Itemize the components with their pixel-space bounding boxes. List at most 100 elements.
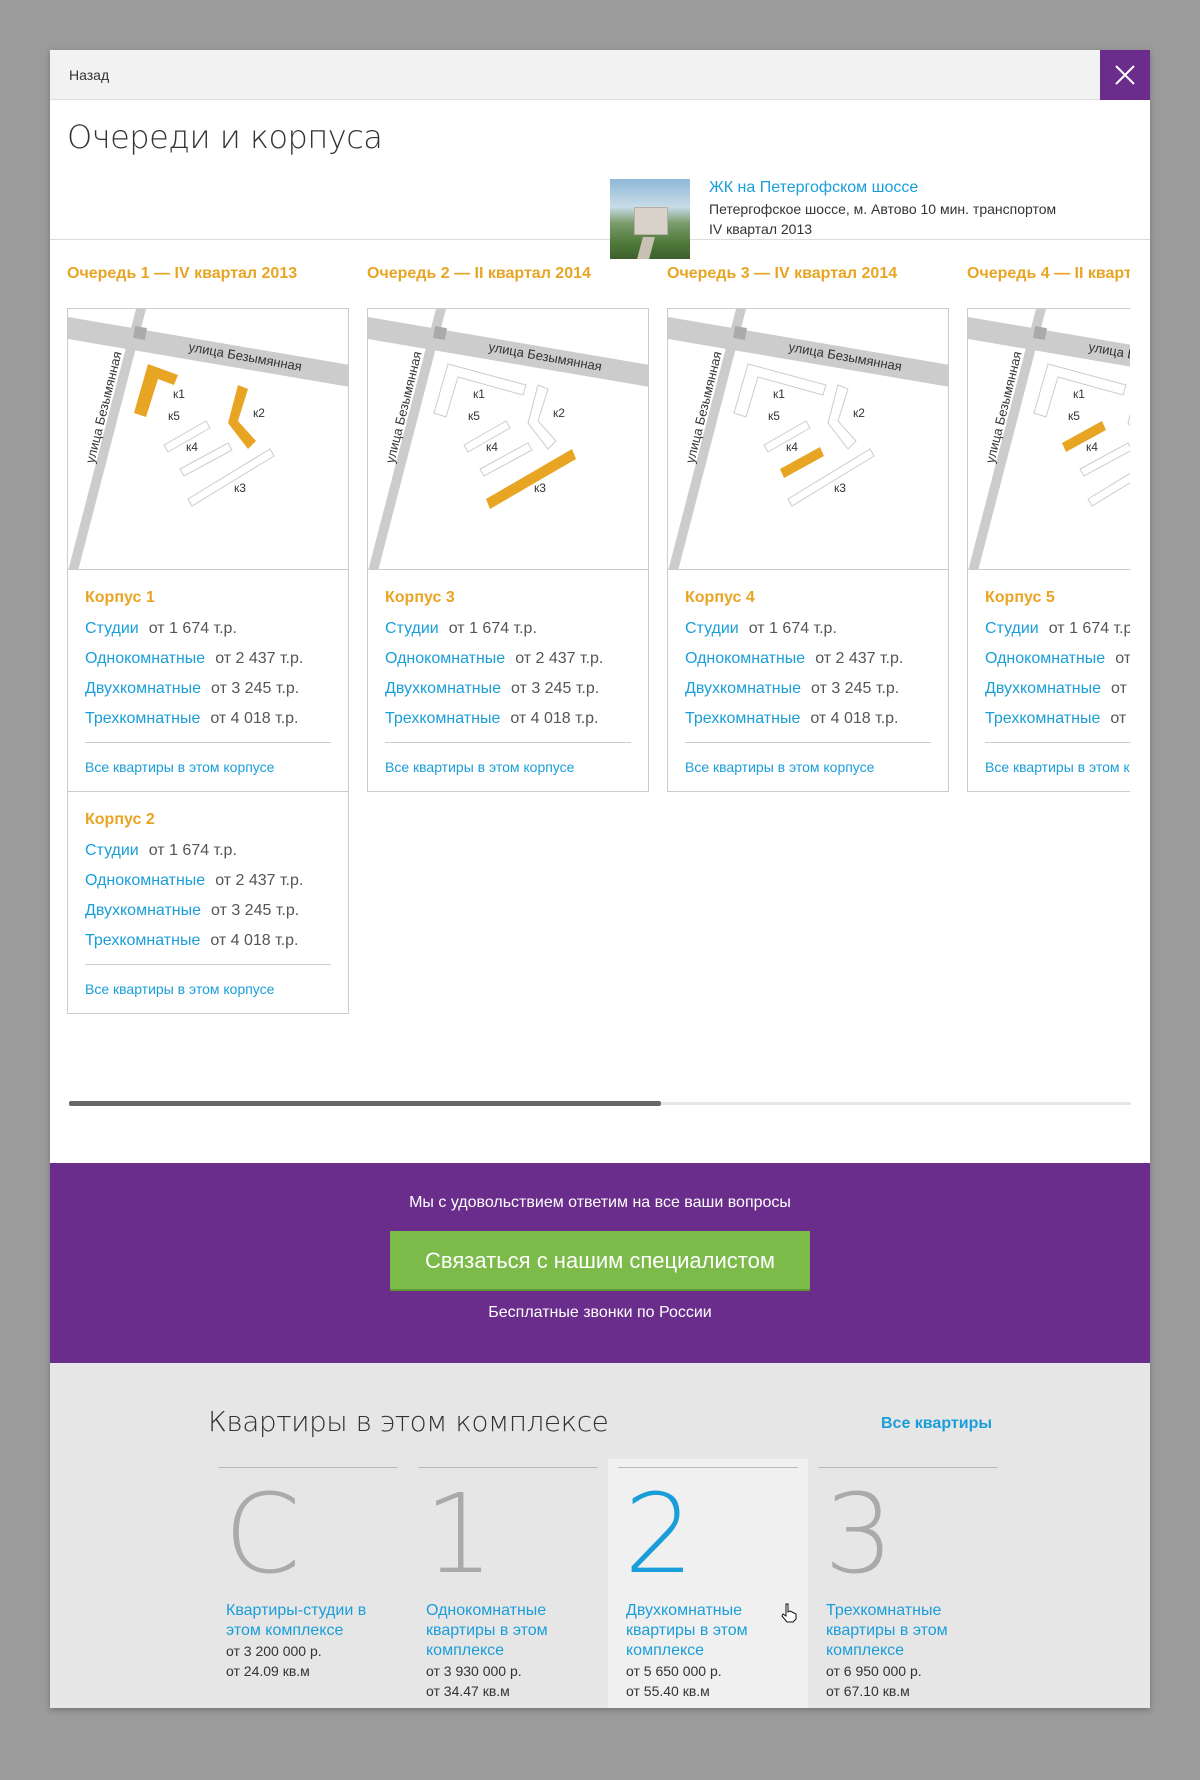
close-icon xyxy=(1115,65,1135,85)
back-link[interactable]: Назад xyxy=(69,67,109,83)
apt-type-link[interactable]: Однокомнатные xyxy=(985,650,1105,667)
queue-column: Очередь 3 — IV квартал 2014 улица Безымя… xyxy=(667,264,949,792)
apt-type-row: Однокомнатные от 2 437 т.р. xyxy=(85,868,331,898)
scrollbar-thumb[interactable] xyxy=(69,1101,661,1106)
korpus-title[interactable]: Корпус 4 xyxy=(685,586,931,616)
apt-type-row: Двухкомнатные от 3 245 т.р. xyxy=(85,898,331,928)
queue-map[interactable]: улица Безымянная улица Безымянная к1 к2 … xyxy=(67,308,349,570)
map-label-k4: к4 xyxy=(186,440,198,454)
map-label-k5: к5 xyxy=(468,409,480,423)
card-price: от 3 930 000 р. xyxy=(426,1663,522,1679)
card-title[interactable]: Двухкомнатные квартиры в этом комплексе xyxy=(626,1601,796,1661)
card-title[interactable]: Квартиры-студии в этом комплексе xyxy=(226,1601,396,1641)
queue-map[interactable]: улица Безымянная улица Безымянная к1 к2 … xyxy=(367,308,649,570)
korpus-title[interactable]: Корпус 3 xyxy=(385,586,631,616)
apartment-card-1room[interactable]: 1 Однокомнатные квартиры в этом комплекс… xyxy=(408,1459,608,1708)
card-title[interactable]: Однокомнатные квартиры в этом комплексе xyxy=(426,1601,596,1661)
queue-title[interactable]: Очередь 2 — II квартал 2014 xyxy=(367,264,649,308)
apartment-card-studio[interactable]: С Квартиры-студии в этом комплексе от 3 … xyxy=(208,1459,408,1708)
apt-type-link[interactable]: Трехкомнатные xyxy=(685,710,800,727)
site-plan-map: улица Безымянная улица Безымянная к1 к2 … xyxy=(968,309,1130,569)
apt-type-price: от 1 674 т.р. xyxy=(748,620,837,637)
all-in-korpus-link[interactable]: Все квартиры в этом корпусе xyxy=(985,743,1130,791)
card-price: от 5 650 000 р. xyxy=(626,1663,722,1679)
apt-type-row: Однокомнатные от 2 437 т.р. xyxy=(985,646,1130,676)
apt-type-row: Трехкомнатные от 4 018 т.р. xyxy=(85,706,331,736)
apartments-section: Квартиры в этом комплексе Все квартиры С… xyxy=(50,1363,1150,1708)
apt-type-price: от 4 018 т.р. xyxy=(210,710,299,727)
apt-type-link[interactable]: Двухкомнатные xyxy=(985,680,1101,697)
all-in-korpus-link[interactable]: Все квартиры в этом корпусе xyxy=(85,743,331,791)
queue-column: Очередь 4 — II квартал улица Безымянная … xyxy=(967,264,1130,792)
site-plan-map: улица Безымянная улица Безымянная к1 к2 … xyxy=(368,309,648,569)
korpus-card: Корпус 3 Студии от 1 674 т.р. Однокомнатн… xyxy=(367,570,649,792)
all-in-korpus-link[interactable]: Все квартиры в этом корпусе xyxy=(85,965,331,1013)
apt-type-link[interactable]: Однокомнатные xyxy=(685,650,805,667)
apt-type-link[interactable]: Двухкомнатные xyxy=(85,680,201,697)
apartment-card-2room[interactable]: 2 Двухкомнатные квартиры в этом комплекс… xyxy=(608,1459,808,1708)
apt-type-link[interactable]: Трехкомнатные xyxy=(985,710,1100,727)
map-label-k3: к3 xyxy=(534,481,546,495)
apt-type-link[interactable]: Однокомнатные xyxy=(385,650,505,667)
apt-type-price: от 1 674 т.р. xyxy=(148,842,237,859)
apt-type-link[interactable]: Двухкомнатные xyxy=(85,902,201,919)
queue-map[interactable]: улица Безымянная улица Безымянная к1 к2 … xyxy=(967,308,1130,570)
contact-specialist-button[interactable]: Связаться с нашим специалистом xyxy=(390,1231,810,1291)
apt-type-link[interactable]: Двухкомнатные xyxy=(685,680,801,697)
apartment-cards: С Квартиры-студии в этом комплексе от 3 … xyxy=(208,1459,998,1708)
card-price: от 6 950 000 р. xyxy=(826,1663,922,1679)
carousel-scrollbar[interactable] xyxy=(69,1101,1131,1106)
queue-title[interactable]: Очередь 3 — IV квартал 2014 xyxy=(667,264,949,308)
apt-type-price: от 1 674 т.р. xyxy=(148,620,237,637)
apt-type-link[interactable]: Студии xyxy=(385,620,439,637)
all-apartments-link[interactable]: Все квартиры xyxy=(881,1415,992,1433)
apt-type-price: от 2 437 т.р. xyxy=(815,650,904,667)
queue-title[interactable]: Очередь 1 — IV квартал 2013 xyxy=(67,264,349,308)
queue-map[interactable]: улица Безымянная улица Безымянная к1 к2 … xyxy=(667,308,949,570)
korpus-title[interactable]: Корпус 2 xyxy=(85,808,331,838)
apt-type-link[interactable]: Двухкомнатные xyxy=(385,680,501,697)
map-label-k4: к4 xyxy=(1086,440,1098,454)
apt-type-row: Однокомнатные от 2 437 т.р. xyxy=(385,646,631,676)
apt-type-link[interactable]: Студии xyxy=(85,620,139,637)
korpus-title[interactable]: Корпус 5 xyxy=(985,586,1130,616)
map-label-k2: к2 xyxy=(253,406,265,420)
apt-type-row: Трехкомнатные от 4 018 т.р. xyxy=(985,706,1130,736)
complex-address: Петергофское шоссе, м. Автово 10 мин. тр… xyxy=(709,201,1057,217)
apt-type-link[interactable]: Однокомнатные xyxy=(85,650,205,667)
apt-type-price: от 3 245 т.р. xyxy=(511,680,600,697)
apt-type-row: Студии от 1 674 т.р. xyxy=(85,616,331,646)
apt-type-link[interactable]: Студии xyxy=(85,842,139,859)
card-area: от 34.47 кв.м xyxy=(426,1683,510,1699)
apartment-card-3room[interactable]: 3 Трехкомнатные квартиры в этом комплекс… xyxy=(808,1459,1008,1708)
apt-type-price: от 1 674 т.р. xyxy=(448,620,537,637)
close-button[interactable] xyxy=(1100,50,1150,100)
map-label-k4: к4 xyxy=(786,440,798,454)
all-in-korpus-link[interactable]: Все квартиры в этом корпусе xyxy=(385,743,631,791)
card-title[interactable]: Трехкомнатные квартиры в этом комплексе xyxy=(826,1601,996,1661)
apt-type-link[interactable]: Трехкомнатные xyxy=(85,710,200,727)
apt-type-link[interactable]: Студии xyxy=(985,620,1039,637)
apt-type-row: Студии от 1 674 т.р. xyxy=(985,616,1130,646)
apt-type-price: от 4 018 т.р. xyxy=(1110,710,1130,727)
korpus-title[interactable]: Корпус 1 xyxy=(85,586,331,616)
page-title: Очереди и корпуса xyxy=(67,118,383,156)
complex-thumbnail[interactable] xyxy=(610,179,690,259)
apt-type-price: от 4 018 т.р. xyxy=(810,710,899,727)
apt-type-link[interactable]: Однокомнатные xyxy=(85,872,205,889)
card-area: от 67.10 кв.м xyxy=(826,1683,910,1699)
queue-title[interactable]: Очередь 4 — II квартал xyxy=(967,264,1130,308)
korpus-card: Корпус 4 Студии от 1 674 т.р. Однокомнатн… xyxy=(667,570,949,792)
map-label-k4: к4 xyxy=(486,440,498,454)
map-label-k2: к2 xyxy=(853,406,865,420)
map-label-k2: к2 xyxy=(553,406,565,420)
map-label-k5: к5 xyxy=(768,409,780,423)
complex-name-link[interactable]: ЖК на Петергофском шоссе xyxy=(709,179,918,197)
complex-date: IV квартал 2013 xyxy=(709,221,813,237)
apt-type-link[interactable]: Трехкомнатные xyxy=(385,710,500,727)
apt-type-link[interactable]: Трехкомнатные xyxy=(85,932,200,949)
apt-type-price: от 2 437 т.р. xyxy=(215,650,304,667)
apt-type-price: от 2 437 т.р. xyxy=(1115,650,1130,667)
all-in-korpus-link[interactable]: Все квартиры в этом корпусе xyxy=(685,743,931,791)
apt-type-link[interactable]: Студии xyxy=(685,620,739,637)
